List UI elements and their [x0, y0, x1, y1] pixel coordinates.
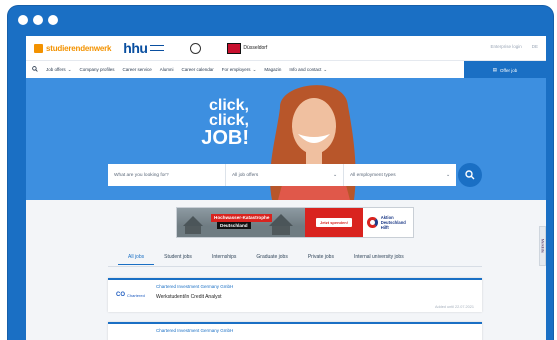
nav-item-for-employers[interactable]: For employers ⌄: [222, 67, 257, 73]
job-listing-card[interactable]: CO Chartered Chartered Investment German…: [108, 278, 482, 312]
chevron-down-icon: ⌄: [252, 66, 257, 72]
listing-title[interactable]: Werkstudent/in Credit Analyst: [156, 294, 222, 300]
enterprise-login-link[interactable]: Enterprise login: [490, 44, 521, 49]
job-category-tabs: All jobs Student jobs Internships Gradua…: [118, 254, 414, 265]
university-seal-icon[interactable]: [190, 42, 202, 54]
job-offers-select[interactable]: All job offers ⌄: [226, 164, 344, 186]
browser-window: studierendenwerk hhu Düsseldorf Enterpri…: [8, 6, 553, 340]
listing-date: Added until 22.07.2021: [434, 305, 474, 309]
watchlist-side-tab[interactable]: Merkliste: [539, 226, 546, 266]
chevron-down-icon: ⌄: [445, 172, 450, 178]
banner-headline: Hochwasser-Katastrophe: [211, 214, 273, 222]
search-button[interactable]: [458, 163, 482, 187]
nav-item-career-calendar[interactable]: Career calendar: [182, 67, 214, 72]
employment-types-select[interactable]: All employment types ⌄: [344, 164, 456, 186]
tab-internships[interactable]: Internships: [202, 254, 246, 265]
search-icon: [465, 170, 475, 180]
window-dot-maximize[interactable]: [48, 15, 58, 25]
banner-subheadline: Deutschland: [217, 222, 251, 229]
screenshot-frame: studierendenwerk hhu Düsseldorf Enterpri…: [0, 0, 557, 340]
window-dot-minimize[interactable]: [33, 15, 43, 25]
banner-donate-area: Jetzt spenden!: [305, 208, 363, 237]
offer-job-button[interactable]: ▤ Offer job: [464, 61, 546, 79]
tab-graduate-jobs[interactable]: Graduate jobs: [246, 254, 297, 265]
nav-item-alumni[interactable]: Alumni: [160, 67, 174, 72]
hsd-mark-icon: [227, 42, 242, 54]
tab-internal-university-jobs[interactable]: Internal university jobs: [344, 254, 414, 265]
search-icon[interactable]: [32, 65, 38, 74]
nav-item-job-offers[interactable]: Job offers ⌄: [46, 67, 71, 73]
nav-item-career-service[interactable]: Career service: [122, 67, 151, 72]
flood-photo: Hochwasser-Katastrophe Deutschland: [177, 208, 305, 237]
studierendenwerk-mark-icon: [34, 43, 43, 53]
hero-section: click, click, JOB! What are you looking …: [26, 78, 546, 200]
web-page: studierendenwerk hhu Düsseldorf Enterpri…: [26, 36, 546, 340]
chevron-down-icon: ⌄: [323, 66, 328, 72]
window-dot-close[interactable]: [18, 15, 28, 25]
job-search-bar: What are you looking for? All job offers…: [108, 164, 456, 186]
donation-banner[interactable]: Hochwasser-Katastrophe Deutschland Jetzt…: [176, 207, 414, 238]
studierendenwerk-logo[interactable]: studierendenwerk: [34, 43, 111, 53]
main-navigation: Job offers ⌄ Company profiles Career serv…: [26, 60, 546, 79]
hhu-logo-mark: [150, 45, 165, 51]
tab-student-jobs[interactable]: Student jobs: [154, 254, 202, 265]
chevron-down-icon: ⌄: [332, 172, 337, 178]
aktion-deutschland-hilft-logo: Aktion Deutschland Hilft: [363, 208, 413, 237]
job-listing-card[interactable]: Chartered Investment Germany GmbH: [108, 322, 482, 340]
listing-company[interactable]: Chartered Investment Germany GmbH: [156, 328, 233, 333]
search-input[interactable]: What are you looking for?: [108, 164, 226, 186]
nav-item-company-profiles[interactable]: Company profiles: [79, 67, 114, 72]
aktion-logo-icon: [367, 217, 378, 228]
hhu-logo[interactable]: hhu: [123, 40, 148, 56]
nav-item-magazin[interactable]: Magazin: [264, 67, 281, 72]
document-icon: ▤: [492, 67, 498, 72]
hsd-logo[interactable]: Düsseldorf: [227, 42, 267, 54]
nav-item-info-contact[interactable]: Info and contact ⌄: [289, 67, 327, 73]
tab-private-jobs[interactable]: Private jobs: [298, 254, 344, 265]
hero-headline: click, click, JOB!: [201, 97, 249, 149]
tabs-divider: [108, 266, 482, 267]
language-switch[interactable]: DE: [532, 44, 538, 49]
logo-bar: studierendenwerk hhu Düsseldorf Enterpri…: [26, 36, 546, 60]
chevron-down-icon: ⌄: [67, 66, 72, 72]
listing-company[interactable]: Chartered Investment Germany GmbH: [156, 284, 233, 289]
tab-all-jobs[interactable]: All jobs: [118, 254, 155, 265]
donate-button[interactable]: Jetzt spenden!: [315, 218, 352, 227]
company-logo: CO Chartered: [116, 292, 145, 298]
window-controls: [18, 15, 58, 25]
top-links: Enterprise login DE: [490, 44, 538, 49]
